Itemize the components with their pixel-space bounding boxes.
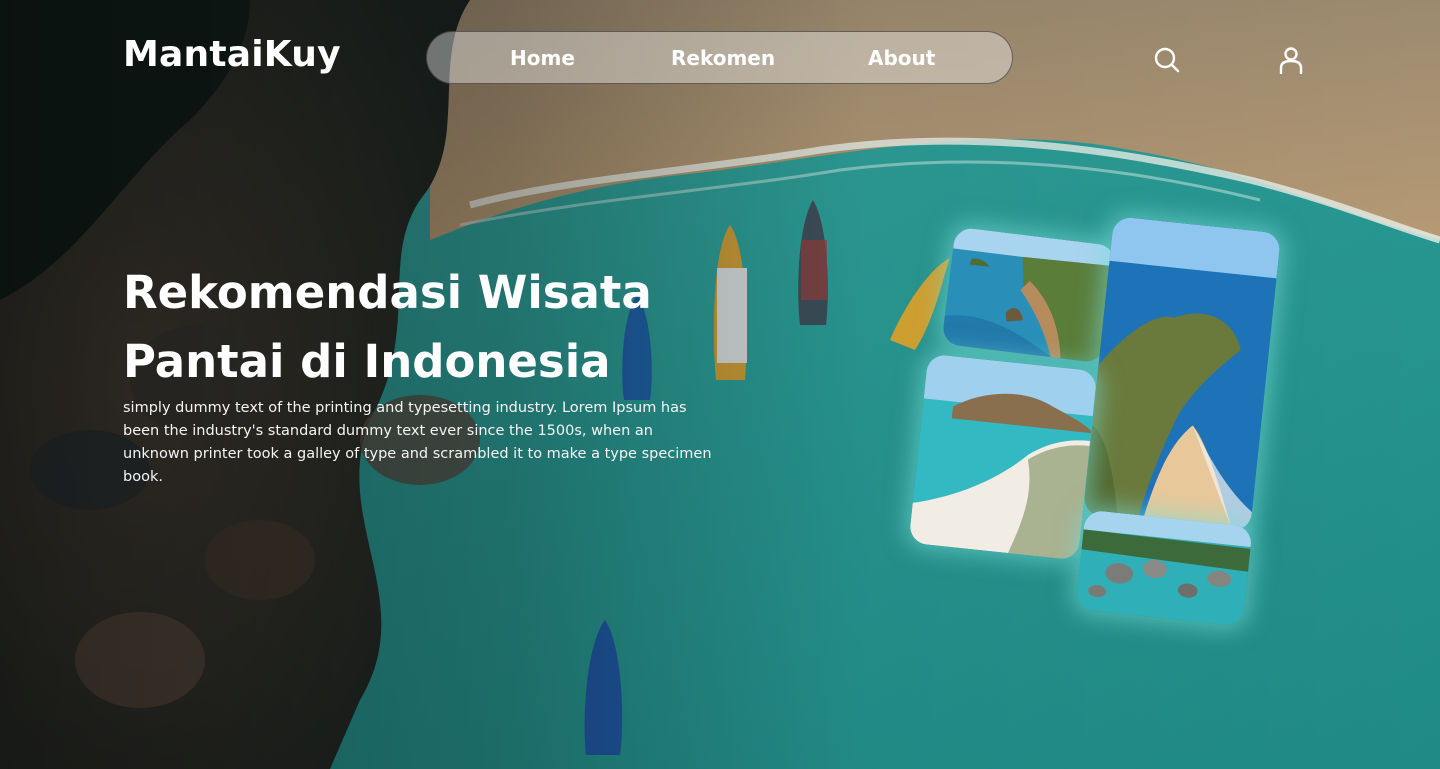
- nav-home-link[interactable]: Home: [510, 46, 575, 70]
- beach-photo-rocks-image: [1075, 509, 1253, 627]
- user-icon: [1279, 47, 1303, 75]
- hero-description: simply dummy text of the printing and ty…: [123, 400, 712, 485]
- nav-rekomen-link[interactable]: Rekomen: [671, 46, 775, 70]
- beach-photo-rocks[interactable]: [1075, 509, 1253, 627]
- hero-title: Rekomendasi Wisata Pantai di Indonesia: [123, 258, 743, 396]
- beach-photo-cliffs[interactable]: [941, 226, 1117, 364]
- brand-logo[interactable]: MantaiKuy: [123, 34, 341, 75]
- search-icon: [1154, 47, 1180, 73]
- beach-photo-bay-image: [908, 353, 1098, 561]
- beach-photo-bay[interactable]: [908, 353, 1098, 561]
- hero-title-line1: Rekomendasi Wisata: [123, 266, 652, 319]
- search-button[interactable]: [1153, 46, 1181, 74]
- hero-title-line2: Pantai di Indonesia: [123, 335, 611, 388]
- beach-photo-kelingking-image: [1082, 216, 1282, 532]
- photo-collage: [900, 210, 1310, 640]
- beach-photo-cliffs-image: [941, 226, 1117, 364]
- user-button[interactable]: [1277, 46, 1305, 75]
- nav-about-link[interactable]: About: [868, 46, 935, 70]
- beach-photo-kelingking[interactable]: [1082, 216, 1282, 532]
